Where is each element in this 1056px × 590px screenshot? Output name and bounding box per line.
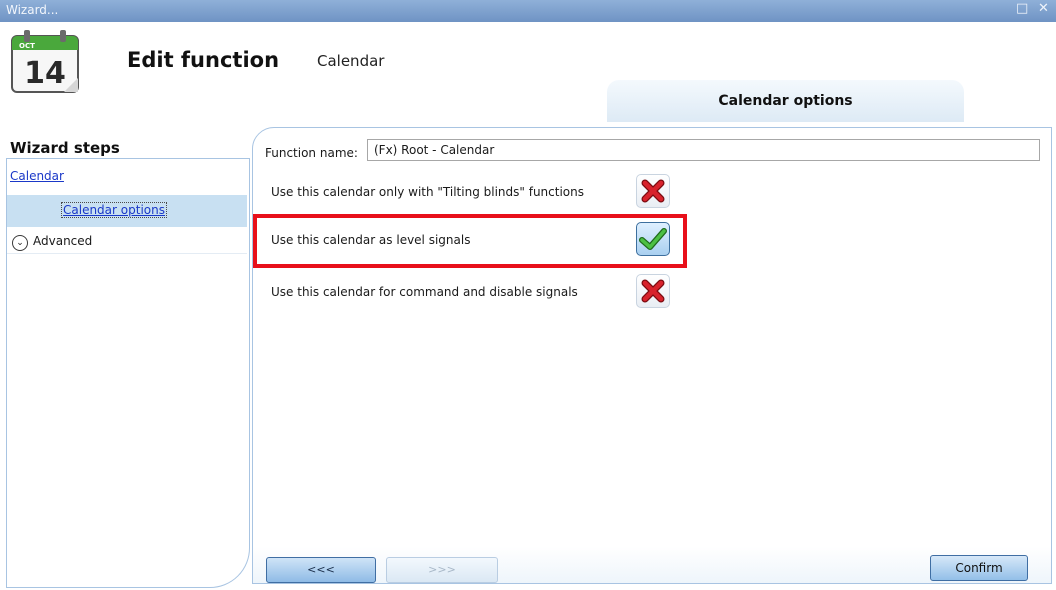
option-level-signals-toggle[interactable] (636, 222, 670, 256)
wizard-step-calendar[interactable]: Calendar (10, 169, 64, 183)
option-tilting-blinds-toggle[interactable] (636, 174, 670, 208)
page-title: Edit function (127, 48, 280, 72)
restore-icon[interactable]: □ (1016, 1, 1028, 16)
function-name-input[interactable] (367, 139, 1040, 161)
calendar-icon: OCT 14 (11, 30, 79, 93)
calendar-icon-month: OCT (19, 42, 35, 50)
tab-calendar-options[interactable]: Calendar options (607, 80, 964, 122)
cross-icon (641, 179, 665, 203)
window-titlebar: Wizard... □ ✕ (0, 0, 1056, 22)
option-level-signals-label: Use this calendar as level signals (271, 233, 471, 247)
window-title: Wizard... (6, 3, 59, 17)
cross-icon (641, 279, 665, 303)
function-name-label: Function name: (265, 146, 358, 160)
wizard-steps-title: Wizard steps (10, 139, 120, 157)
previous-button[interactable]: <<< (266, 557, 376, 583)
next-button[interactable]: >>> (386, 557, 498, 583)
option-tilting-blinds-label: Use this calendar only with "Tilting bli… (271, 185, 584, 199)
tab-calendar-options-label: Calendar options (718, 93, 853, 109)
confirm-button[interactable]: Confirm (930, 555, 1028, 581)
option-command-disable-label: Use this calendar for command and disabl… (271, 285, 578, 299)
calendar-icon-day: 14 (24, 56, 66, 91)
chevron-down-circle-icon[interactable]: ⌄ (12, 235, 28, 251)
page-subtitle: Calendar (317, 52, 385, 70)
checkmark-icon (639, 228, 667, 250)
wizard-step-calendar-options[interactable]: Calendar options (61, 202, 167, 218)
option-command-disable-toggle[interactable] (636, 274, 670, 308)
wizard-step-advanced[interactable]: Advanced (33, 234, 92, 248)
close-icon[interactable]: ✕ (1038, 1, 1049, 16)
